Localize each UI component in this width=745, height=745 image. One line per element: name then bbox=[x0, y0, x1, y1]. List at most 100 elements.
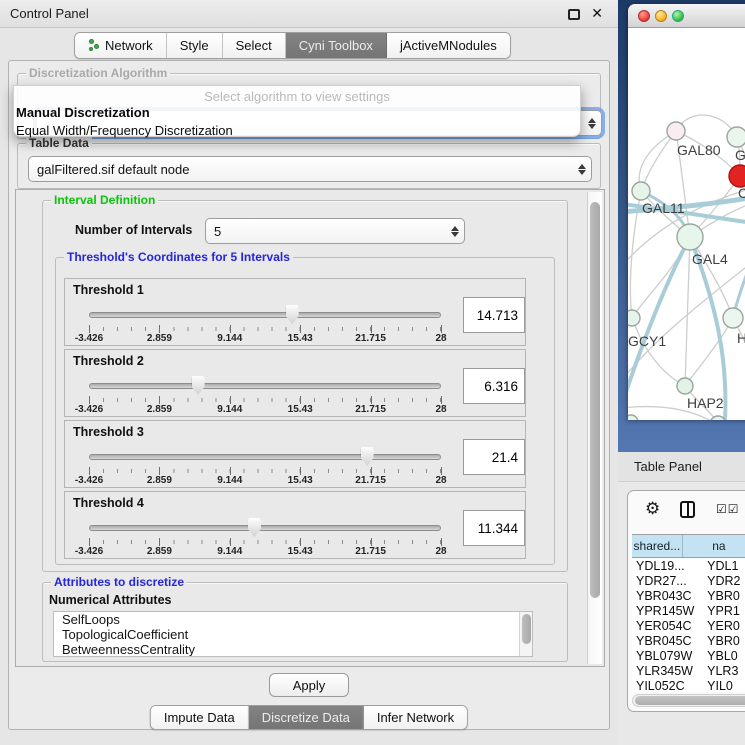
tab-style[interactable]: Style bbox=[167, 33, 223, 58]
network-node[interactable] bbox=[628, 310, 640, 326]
right-region: GAL80GAGAL11CGAL4GCY1HHAP2 Table Panel ⚙… bbox=[618, 0, 745, 745]
threshold-value-input[interactable] bbox=[463, 439, 525, 475]
slider-major-tick bbox=[159, 538, 160, 546]
tab-label: Select bbox=[236, 38, 272, 53]
attribute-list-item[interactable]: TopologicalCoefficient bbox=[54, 627, 532, 642]
slider-major-tick bbox=[300, 467, 301, 475]
threshold-slider[interactable]: -3.4262.8599.14415.4321.71528 bbox=[89, 376, 441, 416]
table-data-combobox[interactable]: galFiltered.sif default node bbox=[28, 156, 592, 182]
table-row[interactable]: YBR043CYBR0 bbox=[632, 589, 745, 604]
slider-track[interactable] bbox=[89, 312, 441, 318]
table-row[interactable]: YPR145WYPR1 bbox=[632, 604, 745, 619]
network-node-label: C bbox=[738, 185, 745, 201]
tab-jactivemnodules[interactable]: jActiveMNodules bbox=[387, 33, 510, 58]
threshold-slider[interactable]: -3.4262.8599.14415.4321.71528 bbox=[89, 447, 441, 487]
network-canvas[interactable]: GAL80GAGAL11CGAL4GCY1HHAP2 bbox=[628, 28, 745, 420]
tab-label: Cyni Toolbox bbox=[299, 38, 373, 53]
slider-track[interactable] bbox=[89, 525, 441, 531]
threshold-value-input[interactable] bbox=[463, 297, 525, 333]
network-node[interactable] bbox=[632, 182, 650, 200]
control-panel: Control Panel ✕ NetworkStyleSelectCyni T… bbox=[0, 0, 618, 745]
number-of-intervals-label: Number of Intervals bbox=[75, 223, 192, 237]
tab-network[interactable]: Network bbox=[75, 33, 167, 58]
slider-track[interactable] bbox=[89, 383, 441, 389]
apply-button[interactable]: Apply bbox=[269, 673, 349, 697]
slider-major-tick bbox=[441, 396, 442, 404]
attributes-list-scrollbar[interactable] bbox=[519, 612, 532, 656]
attribute-list-item[interactable]: BetweennessCentrality bbox=[54, 642, 532, 657]
slider-major-tick bbox=[230, 396, 231, 404]
slider-major-tick bbox=[159, 325, 160, 333]
network-thick-edge bbox=[733, 238, 745, 318]
close-traffic-light[interactable] bbox=[638, 10, 650, 22]
select-columns-icon[interactable]: ☑☑ bbox=[716, 502, 740, 516]
threshold-slider[interactable]: -3.4262.8599.14415.4321.71528 bbox=[89, 305, 441, 345]
algorithm-option[interactable]: Equal Width/Frequency Discretization bbox=[14, 122, 580, 140]
tab-infer-network[interactable]: Infer Network bbox=[364, 706, 467, 729]
network-node-label: GA bbox=[735, 147, 745, 163]
network-node[interactable] bbox=[729, 165, 745, 187]
table-row[interactable]: YDL19...YDL1 bbox=[632, 559, 745, 574]
table-body: YDL19...YDL1YDR27...YDR2YBR043CYBR0YPR14… bbox=[632, 559, 745, 692]
tab-discretize-data[interactable]: Discretize Data bbox=[249, 706, 364, 729]
network-node[interactable] bbox=[677, 378, 693, 394]
slider-handle[interactable] bbox=[286, 305, 299, 324]
zoom-traffic-light[interactable] bbox=[672, 10, 684, 22]
table-header-row: shared...na bbox=[632, 534, 745, 558]
gear-icon[interactable]: ⚙ bbox=[645, 500, 660, 517]
close-icon[interactable]: ✕ bbox=[591, 5, 603, 22]
float-window-icon[interactable] bbox=[568, 9, 580, 20]
threshold-label: Threshold 3 bbox=[73, 425, 144, 439]
tab-cyni-toolbox[interactable]: Cyni Toolbox bbox=[286, 33, 387, 58]
table-data-group: Table Data galFiltered.sif default node bbox=[17, 143, 601, 189]
table-cell-shared-name: YIL052C bbox=[632, 679, 701, 692]
numerical-attributes-list[interactable]: SelfLoopsTopologicalCoefficientBetweenne… bbox=[53, 611, 533, 657]
algorithm-option[interactable]: Manual Discretization bbox=[14, 104, 580, 122]
scrollbar-thumb[interactable] bbox=[635, 696, 745, 705]
threshold-value-input[interactable] bbox=[463, 510, 525, 546]
slider-handle[interactable] bbox=[361, 447, 374, 466]
number-of-intervals-combobox[interactable]: 5 bbox=[205, 218, 465, 244]
slider-tick-label: 21.715 bbox=[355, 404, 386, 415]
threshold-value-input[interactable] bbox=[463, 368, 525, 404]
slider-track[interactable] bbox=[89, 454, 441, 460]
tab-select[interactable]: Select bbox=[223, 33, 286, 58]
network-node[interactable] bbox=[628, 415, 638, 420]
network-node[interactable] bbox=[667, 122, 685, 140]
minimize-traffic-light[interactable] bbox=[655, 10, 667, 22]
table-header-cell[interactable]: shared... bbox=[632, 535, 683, 557]
network-node[interactable] bbox=[727, 127, 745, 147]
table-cell-shared-name: YER054C bbox=[632, 619, 701, 634]
settings-scroll-area: Interval Definition Number of Intervals … bbox=[15, 189, 605, 667]
table-row[interactable]: YDR27...YDR2 bbox=[632, 574, 745, 589]
slider-tick-label: 28 bbox=[435, 475, 446, 486]
table-cell-shared-name: YBL079W bbox=[632, 649, 701, 664]
network-node[interactable] bbox=[723, 308, 743, 328]
table-row[interactable]: YLR345WYLR3 bbox=[632, 664, 745, 679]
slider-handle[interactable] bbox=[192, 376, 205, 395]
slider-handle[interactable] bbox=[248, 518, 261, 537]
table-row[interactable]: YBR045CYBR0 bbox=[632, 634, 745, 649]
scrollbar-thumb[interactable] bbox=[522, 614, 531, 644]
bottom-tab-bar: Impute DataDiscretize DataInfer Network bbox=[150, 705, 468, 730]
tab-label: Style bbox=[180, 38, 209, 53]
scrollbar-thumb[interactable] bbox=[590, 202, 600, 598]
cyni-toolbox-panel: Discretization Algorithm Table Data galF… bbox=[8, 60, 610, 730]
algorithm-dropdown-popup: Select algorithm to view settings Manual… bbox=[13, 85, 581, 137]
table-row[interactable]: YBL079WYBL0 bbox=[632, 649, 745, 664]
settings-vertical-scrollbar[interactable] bbox=[587, 192, 602, 664]
slider-major-tick bbox=[441, 325, 442, 333]
slider-minor-ticks bbox=[89, 327, 441, 331]
network-node[interactable] bbox=[677, 224, 703, 250]
table-row[interactable]: YIL052CYIL0 bbox=[632, 679, 745, 692]
tab-impute-data[interactable]: Impute Data bbox=[151, 706, 249, 729]
threshold-slider[interactable]: -3.4262.8599.14415.4321.71528 bbox=[89, 518, 441, 558]
split-columns-icon[interactable] bbox=[680, 501, 695, 518]
table-horizontal-scrollbar[interactable] bbox=[632, 694, 745, 707]
slider-tick-label: 2.859 bbox=[147, 333, 172, 344]
table-cell-name: YPR1 bbox=[701, 604, 745, 619]
attribute-list-item[interactable]: SelfLoops bbox=[54, 612, 532, 627]
table-row[interactable]: YER054CYER0 bbox=[632, 619, 745, 634]
table-toolbar: ⚙ ☑☑ bbox=[628, 491, 745, 531]
table-header-cell[interactable]: na bbox=[683, 535, 745, 557]
